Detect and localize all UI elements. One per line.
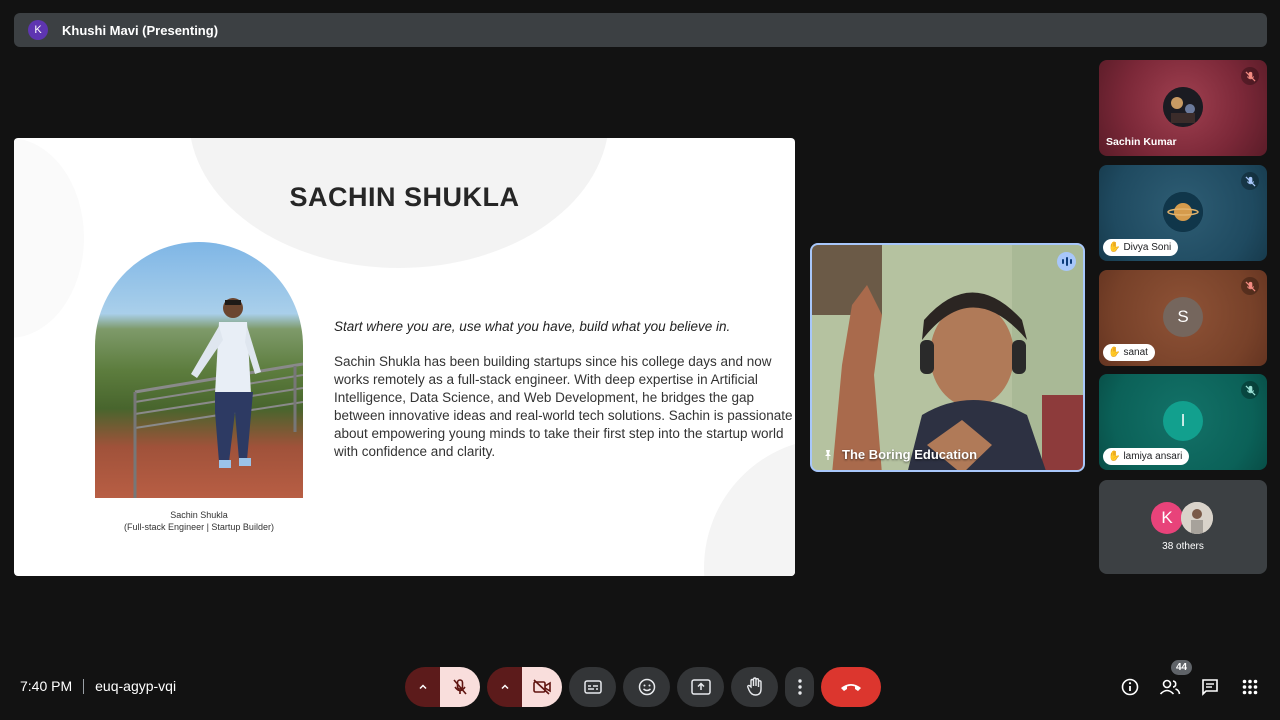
participant-name: lamiya ansari bbox=[1123, 451, 1183, 462]
mic-off-icon bbox=[1241, 172, 1259, 190]
people-button[interactable] bbox=[1155, 670, 1185, 704]
slide-heading: SACHIN SHUKLA bbox=[289, 182, 520, 212]
speaker-name: The Boring Education bbox=[842, 447, 978, 462]
emoji-icon bbox=[638, 678, 655, 696]
speaker-video bbox=[812, 245, 1083, 470]
meeting-details-button[interactable] bbox=[1115, 670, 1145, 704]
speaker-photo bbox=[95, 242, 303, 498]
raise-hand-icon: ✋ bbox=[1108, 242, 1121, 253]
participant-avatar: l bbox=[1163, 401, 1203, 441]
pin-icon bbox=[825, 449, 831, 460]
meeting-info: 7:40 PM euq-agyp-vqi bbox=[20, 678, 176, 694]
participant-name: Divya Soni bbox=[1123, 242, 1172, 253]
camera-toggle-button[interactable] bbox=[522, 667, 562, 707]
present-button[interactable] bbox=[677, 667, 724, 707]
participant-tile[interactable]: l ✋ lamiya ansari bbox=[1099, 374, 1267, 470]
others-avatars: K bbox=[1151, 502, 1213, 534]
slide-bio: Sachin Shukla has been building startups… bbox=[334, 354, 793, 459]
participant-avatar: S bbox=[1163, 297, 1203, 337]
presenter-bar: K Khushi Mavi (Presenting) bbox=[14, 13, 1267, 47]
mic-off-icon bbox=[1241, 277, 1259, 295]
speaking-indicator-icon bbox=[1057, 252, 1076, 271]
activities-button[interactable] bbox=[1235, 670, 1265, 704]
participant-avatar bbox=[1181, 502, 1213, 534]
captions-icon bbox=[583, 680, 602, 694]
side-panel-controls bbox=[1115, 670, 1275, 704]
reactions-button[interactable] bbox=[623, 667, 670, 707]
raise-hand-icon bbox=[746, 677, 762, 696]
participant-avatar bbox=[1163, 87, 1203, 127]
participant-name: Sachin Kumar bbox=[1106, 136, 1177, 148]
active-speaker-tile[interactable]: The Boring Education bbox=[810, 243, 1085, 472]
chevron-up-icon bbox=[500, 684, 509, 690]
caption-role: (Full-stack Engineer | Startup Builder) bbox=[124, 522, 274, 532]
present-screen-icon bbox=[690, 679, 711, 695]
presenter-avatar: K bbox=[28, 20, 48, 40]
caption-name: Sachin Shukla bbox=[170, 510, 228, 520]
activities-icon bbox=[1242, 679, 1258, 695]
participant-avatar bbox=[1163, 192, 1203, 232]
call-controls bbox=[405, 667, 888, 707]
current-time: 7:40 PM bbox=[20, 678, 73, 694]
others-tile[interactable]: K 38 others bbox=[1099, 480, 1267, 574]
mic-toggle-button[interactable] bbox=[440, 667, 480, 707]
participant-name: sanat bbox=[1123, 347, 1148, 358]
divider bbox=[83, 678, 85, 694]
leave-call-button[interactable] bbox=[821, 667, 881, 707]
audio-options-button[interactable] bbox=[405, 667, 440, 707]
raise-hand-icon: ✋ bbox=[1108, 347, 1121, 358]
mic-control bbox=[405, 667, 480, 707]
captions-button[interactable] bbox=[569, 667, 616, 707]
camera-off-icon bbox=[533, 679, 551, 695]
raise-hand-button[interactable] bbox=[731, 667, 778, 707]
mic-off-icon bbox=[1241, 381, 1259, 399]
others-count: 38 others bbox=[1162, 541, 1204, 552]
end-call-icon bbox=[841, 684, 861, 691]
meeting-code: euq-agyp-vqi bbox=[95, 678, 177, 694]
participant-tile[interactable]: S ✋ sanat bbox=[1099, 270, 1267, 366]
mic-off-icon bbox=[453, 679, 467, 695]
slide-quote: Start where you are, use what you have, … bbox=[334, 319, 731, 334]
presentation-slide[interactable]: SACHIN SHUKLA Sachin Shukla (Full-stack … bbox=[14, 138, 795, 576]
mic-off-icon bbox=[1241, 67, 1259, 85]
participant-tile[interactable]: ✋ Divya Soni bbox=[1099, 165, 1267, 261]
raise-hand-icon: ✋ bbox=[1108, 451, 1121, 462]
photo-caption: Sachin Shukla (Full-stack Engineer | Sta… bbox=[95, 509, 303, 533]
participant-name-pill: ✋ sanat bbox=[1103, 344, 1155, 361]
camera-control bbox=[487, 667, 562, 707]
speaker-label: The Boring Education bbox=[822, 447, 977, 462]
participant-avatar: K bbox=[1151, 502, 1183, 534]
more-vertical-icon bbox=[797, 679, 802, 695]
video-options-button[interactable] bbox=[487, 667, 522, 707]
info-icon bbox=[1121, 678, 1139, 696]
presenter-title: Khushi Mavi (Presenting) bbox=[62, 22, 219, 38]
participant-name-pill: ✋ lamiya ansari bbox=[1103, 448, 1190, 465]
slide-decoration bbox=[14, 138, 84, 338]
participant-name-pill: ✋ Divya Soni bbox=[1103, 239, 1179, 256]
participant-tile[interactable]: Sachin Kumar bbox=[1099, 60, 1267, 156]
chat-button[interactable] bbox=[1195, 670, 1225, 704]
meet-window: K Khushi Mavi (Presenting) SACHIN SHUKLA bbox=[0, 0, 1280, 720]
more-options-button[interactable] bbox=[785, 667, 814, 707]
chat-icon bbox=[1202, 679, 1218, 696]
chevron-up-icon bbox=[418, 684, 427, 690]
people-icon bbox=[1159, 679, 1181, 695]
